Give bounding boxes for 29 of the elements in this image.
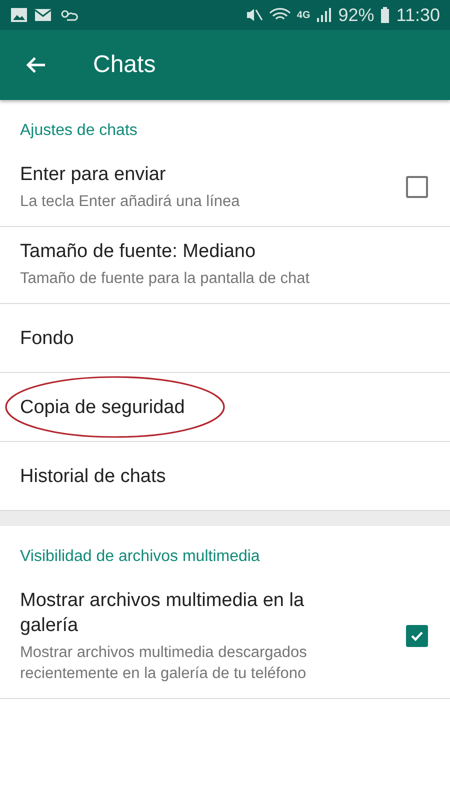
check-icon: [410, 629, 424, 643]
setting-title[interactable]: Tamaño de fuente: Mediano: [20, 239, 380, 264]
setting-description: La tecla Enter añadirá una línea: [20, 192, 241, 212]
setting-title[interactable]: Enter para enviar: [20, 162, 356, 187]
mail-icon: [34, 7, 52, 23]
network-label: 4G: [296, 10, 310, 20]
setting-title[interactable]: Copia de seguridad: [20, 394, 380, 420]
setting-row[interactable]: Copia de seguridad: [0, 373, 450, 442]
setting-description: Mostrar archivos multimedia descargados recientemente en la galería de tu teléfono: [20, 643, 308, 684]
mute-icon: [244, 7, 263, 23]
image-icon: [10, 7, 28, 23]
setting-title[interactable]: Historial de chats: [20, 464, 380, 488]
battery-icon: [380, 7, 390, 23]
screen-title: Chats: [93, 51, 156, 79]
clock: 11:30: [396, 4, 440, 26]
battery-percentage: 92%: [338, 4, 374, 26]
setting-title[interactable]: Mostrar archivos multimedia en la galería: [20, 588, 356, 638]
setting-row[interactable]: Enter para enviar La tecla Enter añadirá una línea: [0, 150, 450, 227]
section-header: Ajustes de chats: [19, 121, 138, 141]
setting-row[interactable]: Fondo: [0, 304, 450, 373]
setting-description: Tamaño de fuente para la pantalla de chat: [20, 269, 311, 289]
signal-icon: [316, 7, 332, 23]
checkbox[interactable]: [406, 625, 428, 647]
setting-row[interactable]: Historial de chats: [0, 442, 450, 511]
setting-title[interactable]: Fondo: [20, 326, 380, 350]
setting-row[interactable]: Tamaño de fuente: Mediano Tamaño de fuente para la pantalla de chat: [0, 227, 450, 304]
setting-row[interactable]: Mostrar archivos multimedia en la galería Mostrar archivos multimedia descargados recientemente en la galería de tu teléfono: [0, 576, 450, 699]
section-header: Visibilidad de archivos multimedia: [19, 547, 261, 567]
checkbox[interactable]: [406, 176, 428, 198]
